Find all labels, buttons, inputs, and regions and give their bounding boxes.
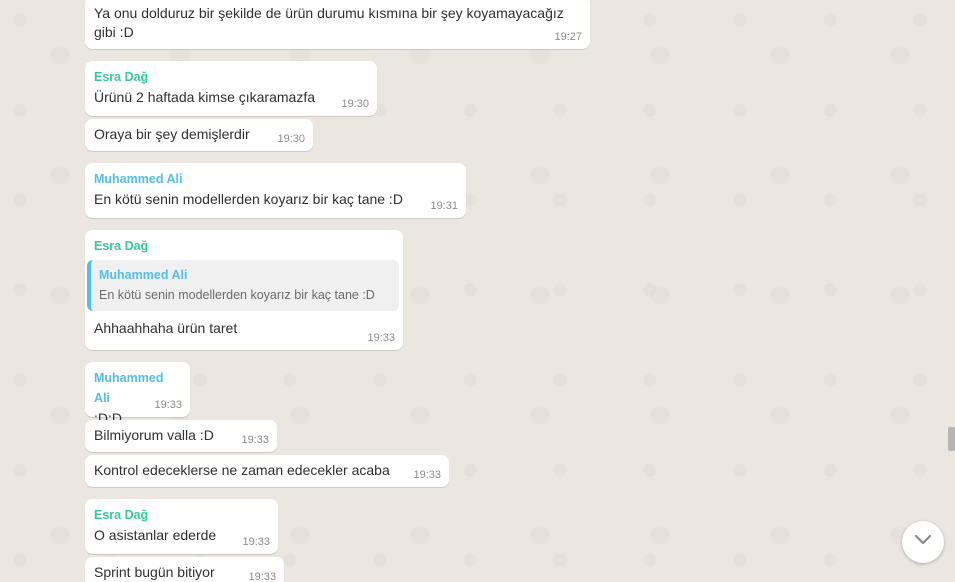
message-bubble[interactable]: Muhammed Ali :D:D 19:33 <box>85 362 190 426</box>
chat-message-pane[interactable]: Ya onu dolduruz bir şekilde de ürün duru… <box>0 0 955 582</box>
message-text: Ahhaahhaha ürün taret <box>94 320 238 336</box>
quoted-message[interactable]: Muhammed Ali En kötü senin modellerden k… <box>87 260 399 311</box>
message-time: 19:33 <box>413 469 441 481</box>
sender-name: Esra Dağ <box>94 239 149 253</box>
sender-name: Esra Dağ <box>94 70 149 84</box>
quoted-author: Muhammed Ali <box>99 268 188 282</box>
quoted-text: En kötü senin modellerden koyarız bir ka… <box>99 288 375 302</box>
message-text: Oraya bir şey demişlerdir <box>94 126 250 142</box>
message-time: 19:33 <box>248 571 276 582</box>
sender-name: Esra Dağ <box>94 508 149 522</box>
chevron-down-icon <box>914 533 932 551</box>
scrollbar-thumb[interactable] <box>948 427 955 451</box>
message-bubble[interactable]: Bilmiyorum valla :D 19:33 <box>85 420 277 452</box>
message-time: 19:30 <box>341 98 369 110</box>
message-bubble[interactable]: Kontrol edeceklerse ne zaman edecekler a… <box>85 455 449 487</box>
message-bubble[interactable]: Esra Dağ Muhammed Ali En kötü senin mode… <box>85 230 403 350</box>
sender-name: Muhammed Ali <box>94 172 183 186</box>
message-bubble[interactable]: Esra Dağ Ürünü 2 haftada kimse çıkaramaz… <box>85 61 377 116</box>
message-bubble[interactable]: Muhammed Ali En kötü senin modellerden k… <box>85 163 466 218</box>
message-time: 19:31 <box>430 200 458 212</box>
message-text: Ya onu dolduruz bir şekilde de ürün duru… <box>94 5 564 40</box>
message-text: Ürünü 2 haftada kimse çıkaramazfa <box>94 89 315 105</box>
message-text: Kontrol edeceklerse ne zaman edecekler a… <box>94 462 390 478</box>
message-text: En kötü senin modellerden koyarız bir ka… <box>94 191 403 207</box>
message-bubble[interactable]: Esra Dağ O asistanlar ederde 19:33 <box>85 499 278 554</box>
message-time: 19:33 <box>242 536 270 548</box>
message-time: 19:27 <box>554 31 582 43</box>
message-bubble[interactable]: Oraya bir şey demişlerdir 19:30 <box>85 119 313 151</box>
message-time: 19:33 <box>367 332 395 344</box>
message-bubble[interactable]: Ya onu dolduruz bir şekilde de ürün duru… <box>85 0 590 49</box>
message-time: 19:30 <box>277 133 305 145</box>
message-bubble[interactable]: Sprint bugün bitiyor 19:33 <box>85 557 284 582</box>
message-time: 19:33 <box>241 434 269 446</box>
scroll-to-bottom-button[interactable] <box>902 521 944 563</box>
message-time: 19:33 <box>154 399 182 411</box>
